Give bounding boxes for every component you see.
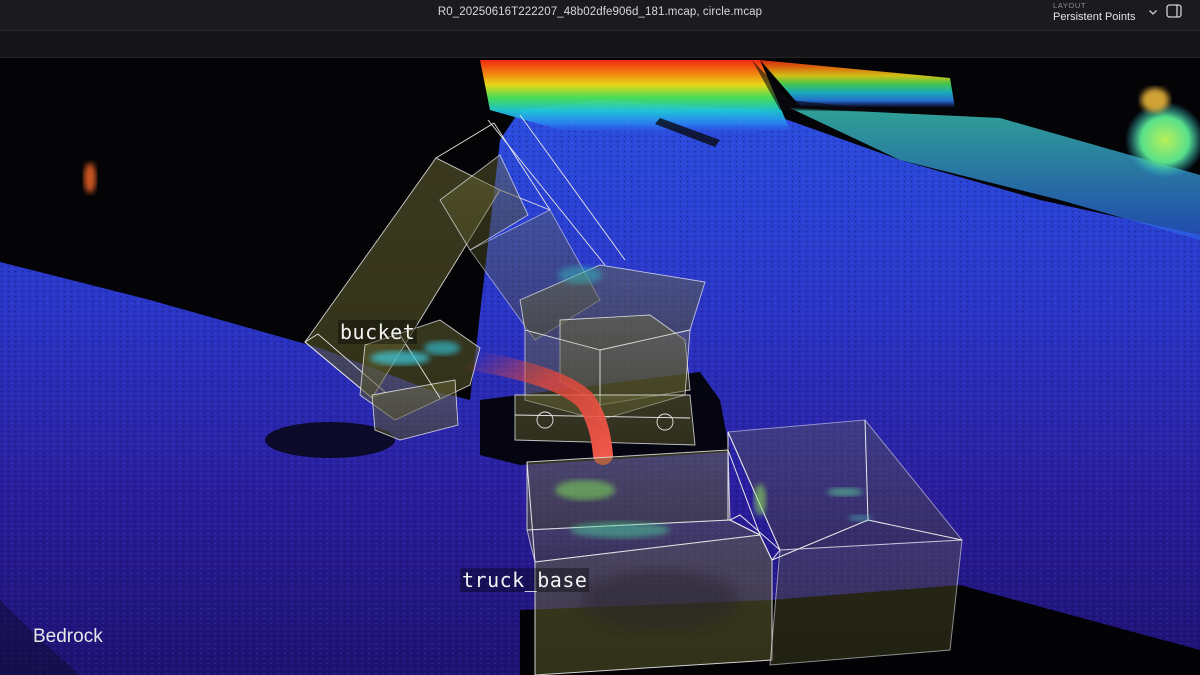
sidebar-panel-icon[interactable]: [1166, 4, 1182, 18]
layout-caption: LAYOUT: [1053, 1, 1087, 10]
window-title: R0_20250616T222207_48b02dfe906d_181.mcap…: [437, 6, 763, 18]
point-cloud-render: [0, 58, 1200, 675]
app-window: R0_20250616T222207_48b02dfe906d_181.mcap…: [0, 0, 1200, 675]
truck-base-label: truck_base: [460, 568, 590, 592]
layout-selector[interactable]: LAYOUT Persistent Points: [1053, 1, 1136, 24]
bedrock-watermark: Bedrock: [33, 626, 103, 647]
3d-viewport[interactable]: bucket truck_base: [0, 58, 1200, 675]
layout-value: Persistent Points: [1053, 11, 1136, 23]
bucket-label: bucket: [338, 320, 418, 344]
toolbar-strip: [0, 31, 1200, 58]
title-bar: R0_20250616T222207_48b02dfe906d_181.mcap…: [0, 0, 1200, 31]
chevron-down-icon[interactable]: [1147, 6, 1159, 18]
